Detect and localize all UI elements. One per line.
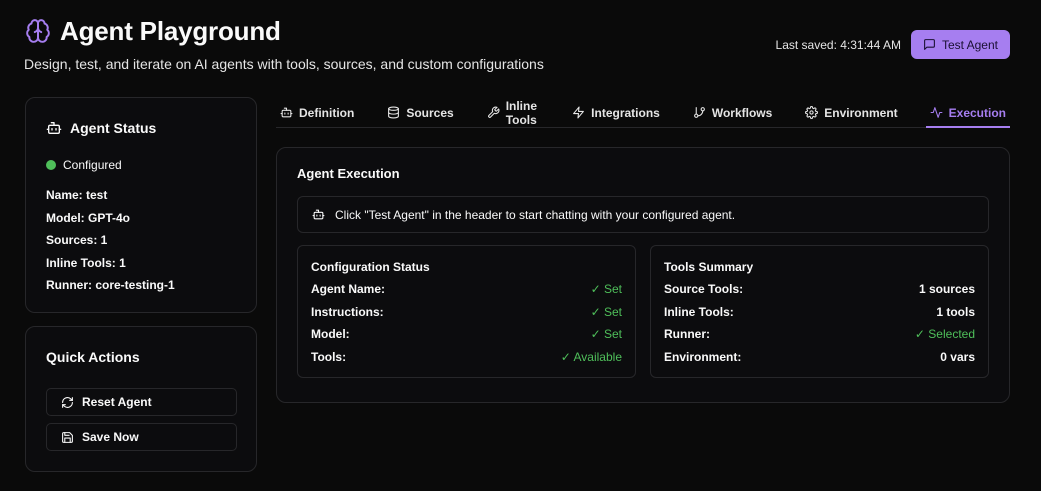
row-key: Agent Name: [311, 282, 386, 297]
tools-row-runner: Runner: ✓ Selected [664, 323, 975, 346]
config-row-instructions: Instructions: ✓ Set [311, 301, 622, 324]
brain-icon [24, 17, 52, 45]
row-key: Source Tools: [664, 282, 744, 297]
reset-agent-label: Reset Agent [82, 395, 152, 409]
row-key: Runner: [664, 327, 710, 342]
header-actions: Last saved: 4:31:44 AM Test Agent [776, 30, 1010, 59]
tab-definition[interactable]: Definition [276, 98, 358, 127]
tab-label: Definition [299, 105, 355, 120]
config-row-tools: Tools: ✓ Available [311, 346, 622, 369]
tab-label: Environment [824, 105, 898, 120]
zap-icon [572, 106, 585, 119]
tab-label: Integrations [591, 105, 660, 120]
refresh-icon [61, 396, 74, 409]
configuration-status-panel: Configuration Status Agent Name: ✓ Set In… [297, 245, 636, 378]
status-dot [46, 160, 56, 170]
page-header: Agent Playground Design, test, and itera… [24, 14, 1017, 74]
agent-execution-title: Agent Execution [297, 166, 400, 181]
panel-title: Configuration Status [311, 260, 430, 274]
info-sources: Sources: 1 [46, 233, 108, 247]
last-saved-text: Last saved: 4:31:44 AM [775, 37, 901, 52]
quick-actions-title: Quick Actions [46, 349, 140, 365]
tab-label: Workflows [711, 105, 773, 120]
git-branch-icon [693, 106, 706, 119]
status-indicator: Configured [46, 158, 236, 172]
row-value: ✓ Available [560, 349, 622, 364]
save-now-button[interactable]: Save Now [46, 423, 237, 451]
info-inline-tools: Inline Tools: 1 [46, 255, 126, 270]
bot-icon [46, 120, 62, 136]
tools-row-environment: Environment: 0 vars [664, 346, 975, 369]
row-value: 1 tools [936, 304, 975, 319]
tab-label: Inline Tools [505, 98, 538, 127]
bot-icon [280, 106, 293, 119]
status-text: Configured [63, 158, 122, 172]
row-key: Model: [311, 327, 350, 342]
activity-icon [930, 106, 943, 119]
test-agent-button[interactable]: Test Agent [910, 30, 1010, 59]
row-value: ✓ Set [590, 327, 622, 342]
row-key: Inline Tools: [664, 304, 734, 319]
row-value: 1 sources [918, 282, 975, 297]
info-runner: Runner: core-testing-1 [46, 278, 175, 292]
agent-status-card: Agent Status Configured Name: test Model… [25, 97, 257, 313]
row-value: ✓ Set [590, 282, 622, 297]
tab-label: Sources [406, 105, 454, 120]
row-key: Tools: [311, 349, 347, 364]
bot-icon [312, 208, 325, 221]
tab-bar: Definition Sources Inline Tools Integrat… [276, 98, 1011, 128]
panel-title: Tools Summary [664, 260, 754, 274]
tools-row-inline-tools: Inline Tools: 1 tools [664, 301, 975, 324]
gear-icon [805, 106, 819, 119]
database-icon [387, 106, 400, 119]
test-agent-notice: Click "Test Agent" in the header to star… [297, 196, 989, 233]
page-title: Agent Playground [60, 15, 281, 46]
row-key: Environment: [664, 349, 742, 364]
notice-text: Click "Test Agent" in the header to star… [335, 207, 736, 222]
quick-actions-card: Quick Actions Reset Agent Save Now [25, 326, 257, 472]
message-square-icon [923, 38, 936, 51]
agent-execution-card: Agent Execution Click "Test Agent" in th… [276, 147, 1010, 403]
tools-summary-panel: Tools Summary Source Tools: 1 sources Inl… [650, 245, 989, 378]
row-key: Instructions: [311, 304, 384, 319]
row-value: ✓ Selected [914, 327, 975, 342]
save-now-label: Save Now [82, 430, 139, 444]
info-name: Name: test [46, 188, 108, 202]
agent-info-list: Name: test Model: GPT-4o Sources: 1 Inli… [46, 184, 236, 297]
tab-execution[interactable]: Execution [925, 98, 1011, 128]
tab-environment[interactable]: Environment [801, 98, 901, 127]
config-row-agent-name: Agent Name: ✓ Set [311, 278, 622, 301]
reset-agent-button[interactable]: Reset Agent [46, 388, 237, 416]
tab-label: Execution [948, 105, 1006, 120]
agent-status-title: Agent Status [70, 120, 157, 136]
config-row-model: Model: ✓ Set [311, 323, 622, 346]
wrench-icon [487, 106, 500, 119]
tab-integrations[interactable]: Integrations [568, 98, 664, 127]
tab-inline-tools[interactable]: Inline Tools [483, 98, 543, 127]
tab-sources[interactable]: Sources [383, 98, 457, 127]
test-agent-label: Test Agent [941, 37, 998, 52]
save-icon [61, 431, 74, 444]
row-value: 0 vars [940, 349, 975, 364]
tab-workflows[interactable]: Workflows [689, 98, 776, 127]
tools-row-source-tools: Source Tools: 1 sources [664, 278, 975, 301]
row-value: ✓ Set [590, 304, 622, 319]
info-model: Model: GPT-4o [46, 210, 130, 225]
